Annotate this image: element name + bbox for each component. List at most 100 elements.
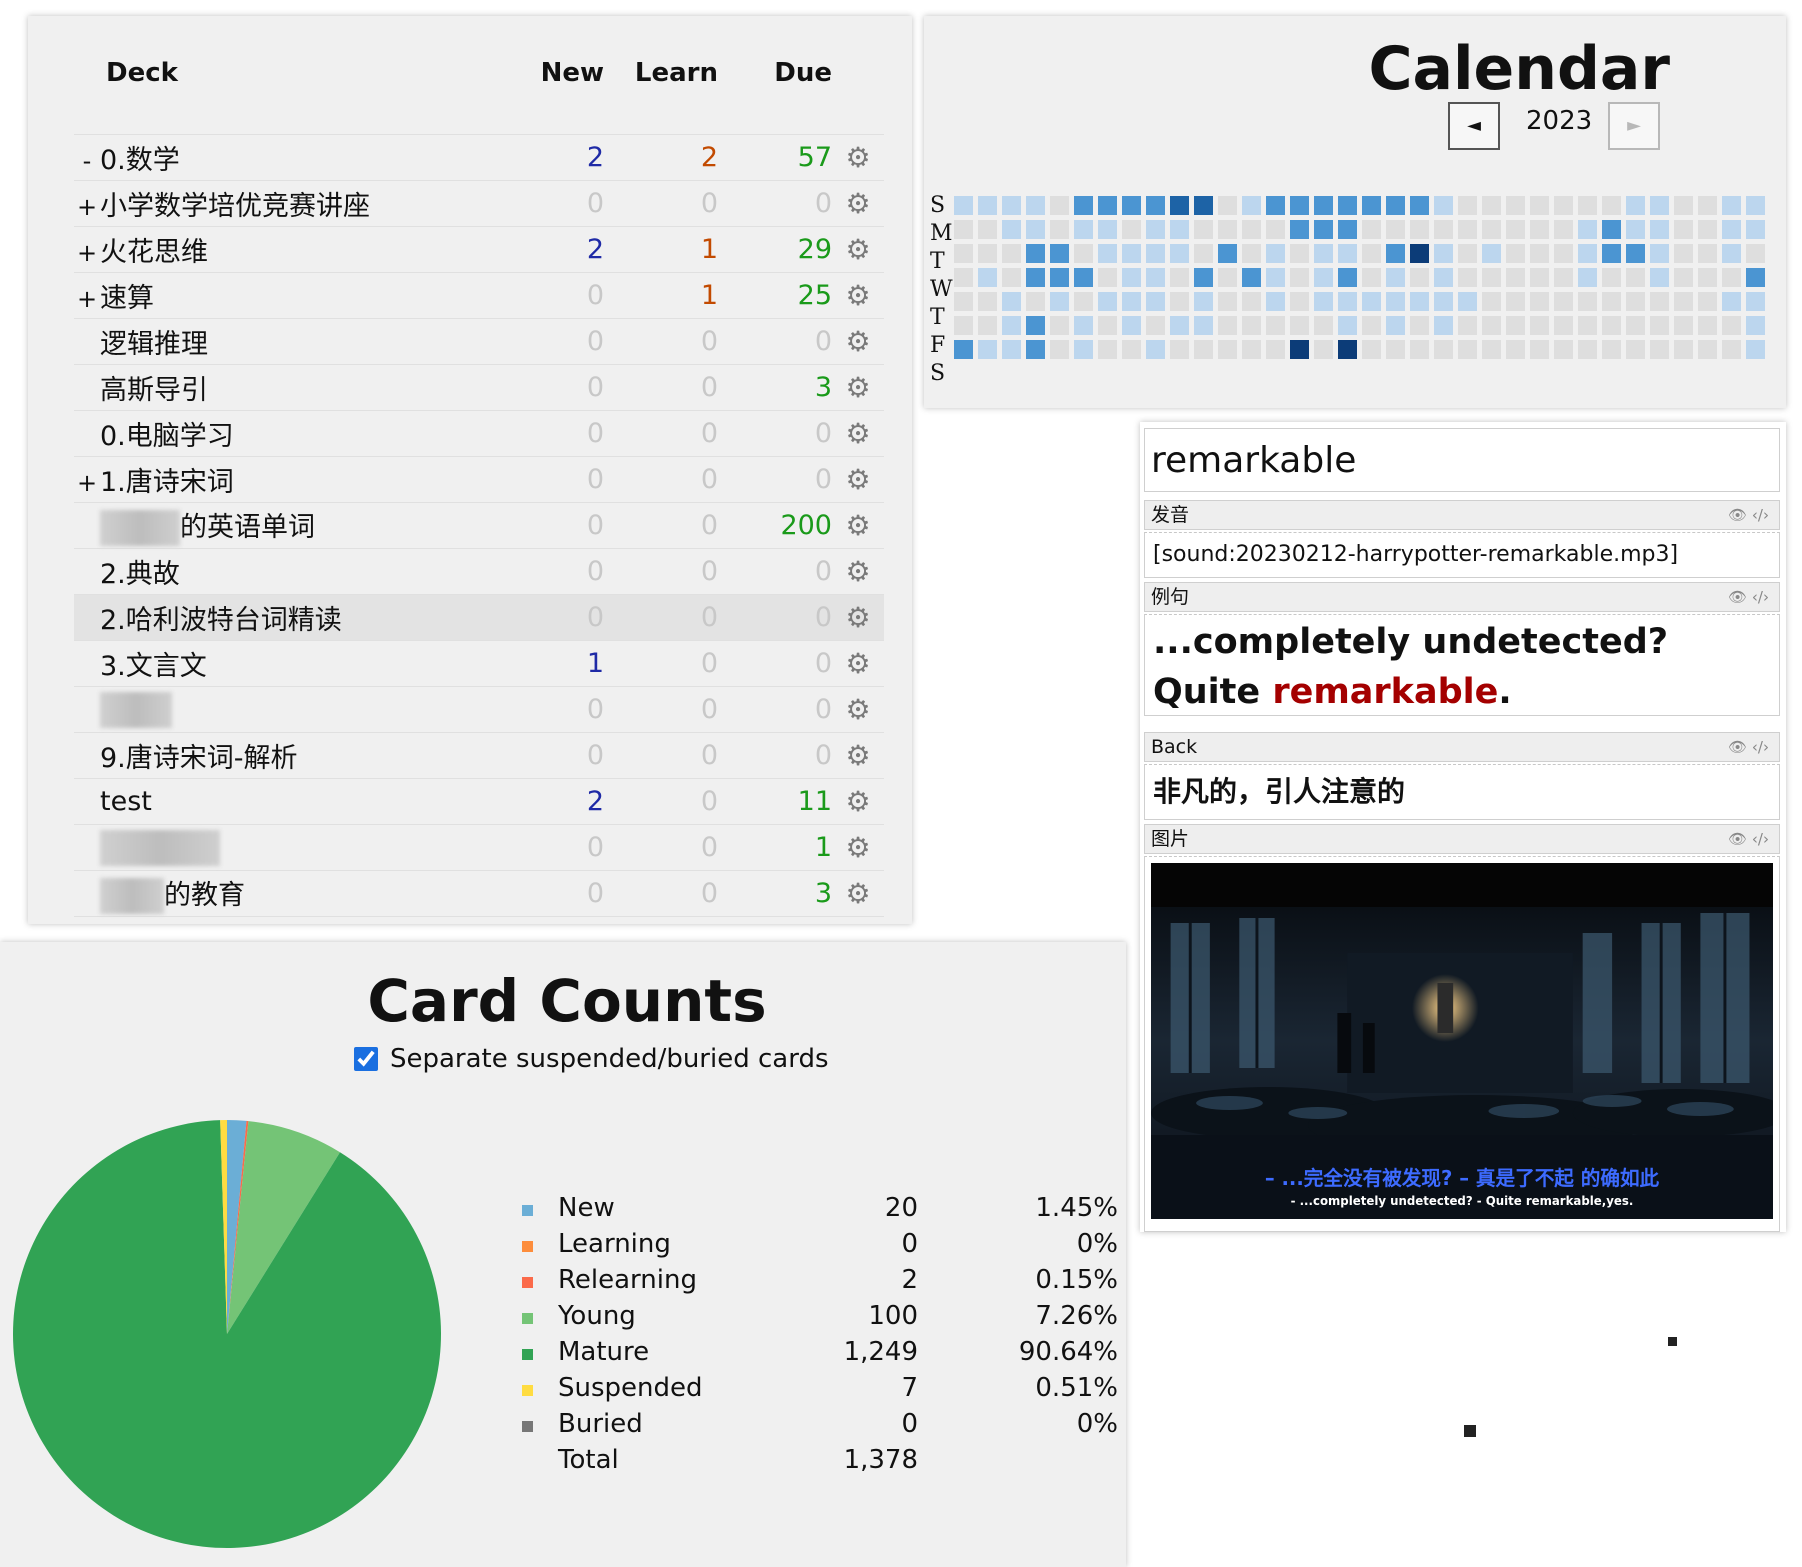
calendar-day-cell[interactable] bbox=[1218, 316, 1237, 335]
calendar-day-cell[interactable] bbox=[1314, 268, 1333, 287]
calendar-day-cell[interactable] bbox=[1314, 220, 1333, 239]
calendar-day-cell[interactable] bbox=[1242, 268, 1261, 287]
calendar-day-cell[interactable] bbox=[1506, 316, 1525, 335]
calendar-day-cell[interactable] bbox=[1290, 268, 1309, 287]
calendar-day-cell[interactable] bbox=[1266, 220, 1285, 239]
deck-options-gear-icon[interactable]: ⚙ bbox=[832, 640, 884, 687]
field-toggle-icons[interactable]: 👁 ‹/› bbox=[1728, 583, 1769, 611]
calendar-day-cell[interactable] bbox=[1266, 244, 1285, 263]
calendar-day-cell[interactable] bbox=[1698, 220, 1717, 239]
calendar-day-cell[interactable] bbox=[1698, 292, 1717, 311]
calendar-day-cell[interactable] bbox=[1650, 244, 1669, 263]
calendar-day-cell[interactable] bbox=[1698, 316, 1717, 335]
calendar-day-cell[interactable] bbox=[1338, 292, 1357, 311]
calendar-day-cell[interactable] bbox=[1602, 340, 1621, 359]
calendar-day-cell[interactable] bbox=[1290, 292, 1309, 311]
calendar-day-cell[interactable] bbox=[1482, 316, 1501, 335]
calendar-day-cell[interactable] bbox=[1386, 340, 1405, 359]
calendar-day-cell[interactable] bbox=[1458, 340, 1477, 359]
deck-options-gear-icon[interactable]: ⚙ bbox=[832, 502, 884, 549]
calendar-day-cell[interactable] bbox=[978, 268, 997, 287]
calendar-day-cell[interactable] bbox=[1554, 220, 1573, 239]
calendar-day-cell[interactable] bbox=[1146, 292, 1165, 311]
expand-deck-toggle[interactable]: + bbox=[74, 239, 100, 267]
calendar-day-cell[interactable] bbox=[1674, 244, 1693, 263]
calendar-day-cell[interactable] bbox=[1242, 340, 1261, 359]
deck-options-gear-icon[interactable]: ⚙ bbox=[832, 272, 884, 319]
deck-options-gear-icon[interactable]: ⚙ bbox=[832, 548, 884, 595]
deck-options-gear-icon[interactable]: ⚙ bbox=[832, 226, 884, 273]
calendar-day-cell[interactable] bbox=[1122, 340, 1141, 359]
calendar-day-cell[interactable] bbox=[1554, 340, 1573, 359]
calendar-day-cell[interactable] bbox=[1554, 196, 1573, 215]
calendar-day-cell[interactable] bbox=[954, 292, 973, 311]
deck-name-link[interactable]: 2.哈利波特台词精读 bbox=[100, 605, 342, 636]
calendar-day-cell[interactable] bbox=[1338, 268, 1357, 287]
calendar-day-cell[interactable] bbox=[1050, 340, 1069, 359]
calendar-day-cell[interactable] bbox=[1746, 268, 1765, 287]
back-field[interactable]: 非凡的，引人注意的 bbox=[1144, 764, 1780, 820]
calendar-day-cell[interactable] bbox=[1074, 340, 1093, 359]
calendar-day-cell[interactable] bbox=[1098, 244, 1117, 263]
calendar-day-cell[interactable] bbox=[1530, 244, 1549, 263]
calendar-day-cell[interactable] bbox=[1458, 268, 1477, 287]
calendar-day-cell[interactable] bbox=[1218, 292, 1237, 311]
expand-deck-toggle[interactable]: + bbox=[74, 285, 100, 313]
calendar-day-cell[interactable] bbox=[1698, 340, 1717, 359]
calendar-day-cell[interactable] bbox=[1434, 316, 1453, 335]
calendar-day-cell[interactable] bbox=[1746, 244, 1765, 263]
calendar-day-cell[interactable] bbox=[1050, 316, 1069, 335]
calendar-day-cell[interactable] bbox=[1650, 340, 1669, 359]
calendar-day-cell[interactable] bbox=[1410, 220, 1429, 239]
calendar-day-cell[interactable] bbox=[1050, 244, 1069, 263]
calendar-day-cell[interactable] bbox=[1626, 244, 1645, 263]
calendar-day-cell[interactable] bbox=[1314, 292, 1333, 311]
calendar-day-cell[interactable] bbox=[1338, 340, 1357, 359]
calendar-day-cell[interactable] bbox=[1554, 268, 1573, 287]
calendar-day-cell[interactable] bbox=[1170, 196, 1189, 215]
calendar-day-cell[interactable] bbox=[1410, 244, 1429, 263]
calendar-day-cell[interactable] bbox=[1122, 316, 1141, 335]
calendar-day-cell[interactable] bbox=[1002, 316, 1021, 335]
calendar-day-cell[interactable] bbox=[1626, 220, 1645, 239]
calendar-day-cell[interactable] bbox=[1458, 292, 1477, 311]
calendar-day-cell[interactable] bbox=[954, 316, 973, 335]
calendar-day-cell[interactable] bbox=[1386, 244, 1405, 263]
calendar-day-cell[interactable] bbox=[1410, 340, 1429, 359]
calendar-day-cell[interactable] bbox=[1746, 340, 1765, 359]
calendar-day-cell[interactable] bbox=[1578, 340, 1597, 359]
field-toggle-icons[interactable]: 👁 ‹/› bbox=[1728, 501, 1769, 529]
calendar-day-cell[interactable] bbox=[1578, 220, 1597, 239]
calendar-day-cell[interactable] bbox=[1050, 268, 1069, 287]
deck-row[interactable]: 2.典故 0 0 0 ⚙ bbox=[74, 548, 884, 595]
calendar-day-cell[interactable] bbox=[1482, 244, 1501, 263]
calendar-day-cell[interactable] bbox=[1506, 292, 1525, 311]
calendar-day-cell[interactable] bbox=[1146, 244, 1165, 263]
deck-row[interactable]: 逻辑推理 0 0 0 ⚙ bbox=[74, 318, 884, 365]
calendar-day-cell[interactable] bbox=[1146, 340, 1165, 359]
calendar-day-cell[interactable] bbox=[978, 316, 997, 335]
calendar-day-cell[interactable] bbox=[1530, 220, 1549, 239]
calendar-day-cell[interactable] bbox=[1674, 316, 1693, 335]
calendar-day-cell[interactable] bbox=[1146, 220, 1165, 239]
deck-row[interactable]: 的教育 0 0 3 ⚙ bbox=[74, 870, 884, 917]
calendar-day-cell[interactable] bbox=[978, 220, 997, 239]
calendar-day-cell[interactable] bbox=[1026, 196, 1045, 215]
calendar-day-cell[interactable] bbox=[954, 340, 973, 359]
calendar-day-cell[interactable] bbox=[1722, 340, 1741, 359]
calendar-day-cell[interactable] bbox=[1362, 220, 1381, 239]
calendar-day-cell[interactable] bbox=[1098, 292, 1117, 311]
calendar-day-cell[interactable] bbox=[1002, 220, 1021, 239]
deck-row[interactable]: -0.数学 2 2 57 ⚙ bbox=[74, 134, 884, 181]
calendar-day-cell[interactable] bbox=[1074, 268, 1093, 287]
calendar-day-cell[interactable] bbox=[1146, 196, 1165, 215]
calendar-day-cell[interactable] bbox=[1338, 196, 1357, 215]
calendar-day-cell[interactable] bbox=[1746, 292, 1765, 311]
deck-options-gear-icon[interactable]: ⚙ bbox=[832, 134, 884, 181]
deck-options-gear-icon[interactable]: ⚙ bbox=[832, 180, 884, 227]
calendar-day-cell[interactable] bbox=[1674, 220, 1693, 239]
calendar-day-cell[interactable] bbox=[1074, 316, 1093, 335]
deck-name-link[interactable]: 速算 bbox=[100, 283, 154, 314]
calendar-day-cell[interactable] bbox=[1650, 316, 1669, 335]
calendar-day-cell[interactable] bbox=[1458, 244, 1477, 263]
